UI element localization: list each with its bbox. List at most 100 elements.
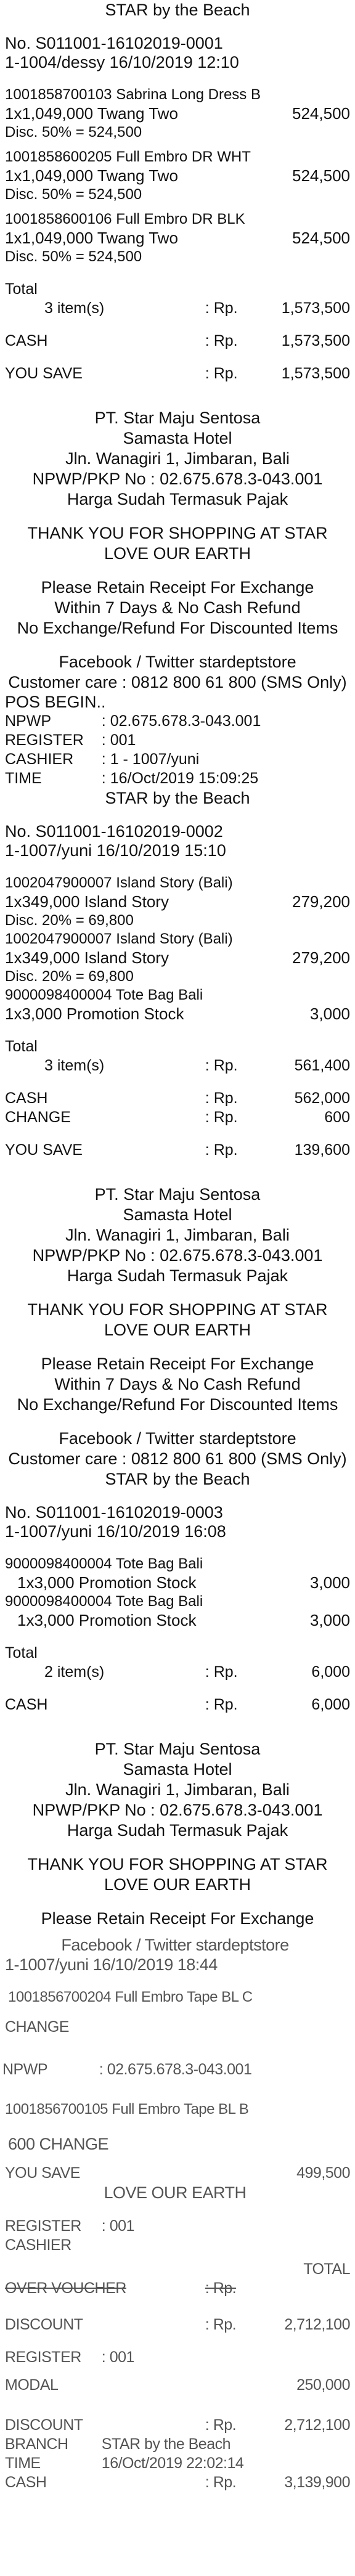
sale1-total-row: Total 3 item(s) : Rp. 1,573,500 xyxy=(5,280,350,318)
retain-line-3: No Exchange/Refund For Discounted Items xyxy=(17,1395,338,1414)
rp-label: : Rp. xyxy=(205,300,238,317)
pos-register-row: REGISTER: 001 xyxy=(5,731,350,750)
kv-key: CASHIER xyxy=(5,2236,71,2254)
thanks-line-2: LOVE OUR EARTH xyxy=(104,1875,251,1894)
garbled-change-row: CHANGE xyxy=(5,2018,350,2037)
item-amount: 279,200 xyxy=(292,948,350,967)
retain-line-1: Please Retain Receipt For Exchange xyxy=(41,578,314,597)
rp-label: : Rp. xyxy=(205,2416,237,2434)
npwp-line: NPWP/PKP No : 02.675.678.3-043.001 xyxy=(32,470,323,488)
overvoucher-label: OVER VOUCHER xyxy=(5,2280,126,2297)
item-amount: 524,500 xyxy=(292,104,350,123)
sale3-item-2: 9000098400004 Tote Bag Bali 1x3,000 Prom… xyxy=(5,1592,350,1630)
rp-label: : Rp. xyxy=(205,365,238,382)
pos-time-row: TIME : 16/Oct/2019 15:09:25 xyxy=(5,769,350,788)
sale1-yousave-row: YOU SAVE : Rp. 1,573,500 xyxy=(5,364,350,383)
cash-amount: 1,573,500 xyxy=(281,332,350,349)
rp-label: : Rp. xyxy=(205,2474,237,2491)
item-discount: Disc. 50% = 524,500 xyxy=(5,248,142,265)
sale1-item-3: 1001858600106 Full Embro DR BLK 1x1,049,… xyxy=(5,210,350,266)
yousave-amount: 499,500 xyxy=(296,2164,350,2182)
pos-begin-title: POS BEGIN.. xyxy=(5,693,106,711)
footer-block-1: PT. Star Maju Sentosa Samasta Hotel Jln.… xyxy=(5,408,350,693)
garbled-item-code: 1001856700204 Full Embro Tape BL C xyxy=(8,1989,253,2005)
garbled-cashier-line: 1-1007/yuni 16/10/2019 18:44 xyxy=(5,1955,218,1974)
pos-store-name: STAR by the Beach xyxy=(105,789,250,807)
change-amount: 600 xyxy=(324,1109,350,1126)
item-amount: 524,500 xyxy=(292,229,350,247)
hotel-name: Samasta Hotel xyxy=(123,1760,232,1779)
garbled-discount-row: DISCOUNT : Rp. 2,712,100 xyxy=(5,2315,350,2334)
kv-value: : 001 xyxy=(101,2217,135,2235)
footer-block-2: PT. Star Maju Sentosa Samasta Hotel Jln.… xyxy=(5,1184,350,1490)
thanks-line-2: LOVE OUR EARTH xyxy=(104,1321,251,1339)
pos-cashier-row: CASHIER : 1 - 1007/yuni xyxy=(5,750,350,769)
item-amount: 279,200 xyxy=(292,892,350,911)
kv-key: REGISTER xyxy=(5,732,84,749)
item-discount: Disc. 20% = 69,800 xyxy=(5,912,134,929)
retain-line-1: Please Retain Receipt For Exchange xyxy=(41,1909,314,1928)
kv-value: : 02.675.678.3-043.001 xyxy=(101,712,261,730)
customer-care: Customer care : 0812 800 61 800 (SMS Onl… xyxy=(8,673,347,691)
kv-value: : 001 xyxy=(101,2349,135,2366)
sale3-number: No. S011001-16102019-0003 xyxy=(5,1503,223,1522)
cash-label: CASH xyxy=(5,1696,48,1713)
garbled-modal-row: MODAL 250,000 xyxy=(5,2376,350,2395)
item-code: 1002047900007 Island Story (Bali) xyxy=(5,931,233,947)
yousave-amount: 1,573,500 xyxy=(281,365,350,382)
footer-block-3: PT. Star Maju Sentosa Samasta Hotel Jln.… xyxy=(5,1739,350,1929)
rp-label: : Rp. xyxy=(205,1663,238,1681)
garbled-item-code-2: 1001856700105 Full Embro Tape BL B xyxy=(5,2101,249,2117)
kv-key: NPWP xyxy=(5,712,51,730)
item-qty: 1x1,049,000 Twang Two xyxy=(5,229,178,247)
npwp-line: NPWP/PKP No : 02.675.678.3-043.001 xyxy=(32,1801,323,1819)
address: Jln. Wanagiri 1, Jimbaran, Bali xyxy=(65,1226,290,1244)
social-line: Facebook / Twitter stardeptstore xyxy=(59,1429,296,1448)
tax-note: Harga Sudah Termasuk Pajak xyxy=(67,490,288,508)
address: Jln. Wanagiri 1, Jimbaran, Bali xyxy=(65,1780,290,1799)
receipt-roll: STAR by the Beach No. S011001-16102019-0… xyxy=(0,0,355,2492)
rp-label: : Rp. xyxy=(205,2316,237,2333)
total-count: 3 item(s) xyxy=(44,300,105,317)
sale1-item-2: 1001858600205 Full Embro DR WHT 1x1,049,… xyxy=(5,148,350,204)
sale2-yousave-row: YOU SAVE : Rp. 139,600 xyxy=(5,1141,350,1160)
retain-line-2: Within 7 Days & No Cash Refund xyxy=(54,598,301,617)
thanks-line-2: LOVE OUR EARTH xyxy=(104,544,251,563)
social-line-garbled: Facebook / Twitter stardeptstore xyxy=(61,1936,289,1954)
sale2-total-row: Total 3 item(s) : Rp. 561,400 xyxy=(5,1037,350,1075)
hotel-name: Samasta Hotel xyxy=(123,429,232,447)
sale1-item-1: 1001858700103 Sabrina Long Dress B 1x1,0… xyxy=(5,86,350,142)
rp-label: : Rp. xyxy=(205,1141,238,1159)
item-code: 1001858700103 Sabrina Long Dress B xyxy=(5,86,261,103)
retain-line-2: Within 7 Days & No Cash Refund xyxy=(54,1375,301,1393)
sale1-cash-row: CASH : Rp. 1,573,500 xyxy=(5,332,350,351)
total-count: 3 item(s) xyxy=(44,1057,105,1074)
item-amount: 3,000 xyxy=(309,1611,350,1629)
customer-care: Customer care : 0812 800 61 800 (SMS Onl… xyxy=(8,1449,347,1468)
item-qty: 1x1,049,000 Twang Two xyxy=(5,104,178,123)
kv-key: REGISTER xyxy=(5,2217,81,2235)
kv-value: : 1 - 1007/yuni xyxy=(101,751,200,768)
garbled-discount-row-2: DISCOUNT : Rp. 2,712,100 xyxy=(5,2416,350,2435)
company-name: PT. Star Maju Sentosa xyxy=(94,1185,261,1204)
item-amount: 3,000 xyxy=(309,1573,350,1592)
modal-label: MODAL xyxy=(5,2376,59,2394)
garbled-cash-row: CASH : Rp. 3,139,900 xyxy=(5,2473,350,2492)
pos-npwp-row: NPWP : 02.675.678.3-043.001 xyxy=(5,712,350,731)
npwp-line: NPWP/PKP No : 02.675.678.3-043.001 xyxy=(32,1246,323,1265)
sale2-item-2: 1002047900007 Island Story (Bali) 1x349,… xyxy=(5,930,350,986)
kv-value: : 02.675.678.3-043.001 xyxy=(99,2061,252,2078)
kv-key: BRANCH xyxy=(5,2435,68,2453)
sale2-item-1: 1002047900007 Island Story (Bali) 1x349,… xyxy=(5,874,350,930)
rp-label: : Rp. xyxy=(205,1696,238,1713)
kv-key: CASHIER xyxy=(5,751,74,768)
kv-key: TIME xyxy=(5,770,42,787)
item-qty: 1x3,000 Promotion Stock xyxy=(5,1005,184,1023)
cash-label: CASH xyxy=(5,2474,47,2491)
kv-value: : 16/Oct/2019 15:09:25 xyxy=(101,770,259,787)
kv-key: TIME xyxy=(5,2455,41,2472)
garbled-time-row: TIME 16/Oct/2019 22:02:14 xyxy=(5,2454,350,2473)
discount-amount: 2,712,100 xyxy=(284,2316,350,2333)
rp-label: : Rp. xyxy=(205,2280,237,2297)
cash-label: CASH xyxy=(5,1090,48,1107)
